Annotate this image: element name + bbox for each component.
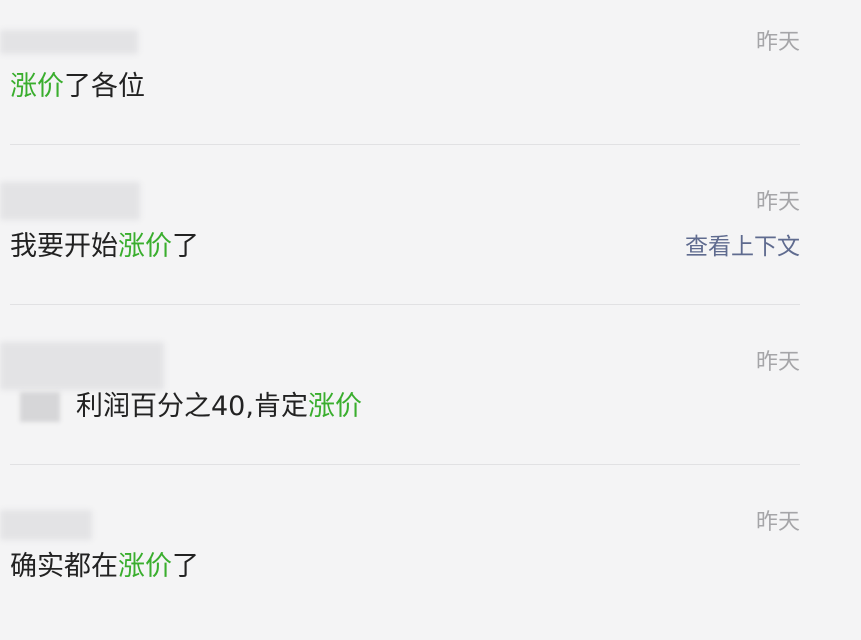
message-text: 确实都在 涨价了 [10, 550, 199, 584]
message-text: 涨价 了各位 [10, 70, 145, 104]
message-time: 昨天 [755, 190, 800, 215]
keyword-highlight: 涨价 [10, 71, 64, 102]
message-text-segment: 了 [172, 551, 199, 582]
message-time: 昨天 [755, 350, 800, 375]
message-text-segment: 利润百分之40,肯定 [76, 391, 308, 422]
message-text: 我要开始 涨价了 [10, 230, 199, 264]
list-item[interactable]: 昨天 我要开始 涨价了 查看上下文 [0, 160, 861, 320]
message-text-segment: 了各位 [64, 71, 145, 102]
message-text: 利润百分之40,肯定 涨价 [20, 390, 362, 424]
message-text-segment: 确实都在 [10, 551, 118, 582]
divider [10, 304, 800, 305]
message-time: 昨天 [755, 510, 800, 535]
search-result-list: 昨天 涨价 了各位 昨天 我要开始 涨价了 查看上下文 昨天 利润百分之40,肯定涨… [0, 0, 861, 623]
blurred-sender-name [0, 510, 92, 540]
divider [10, 144, 800, 145]
keyword-highlight: 涨价 [118, 231, 172, 262]
list-item[interactable]: 昨天 确实都在 涨价了 [0, 480, 861, 640]
message-text-segment: 了 [172, 231, 199, 262]
blurred-sender-name [0, 182, 140, 220]
divider [10, 464, 800, 465]
list-item[interactable]: 昨天 利润百分之40,肯定 涨价 [0, 320, 861, 480]
view-context-link[interactable]: 查看上下文 [685, 233, 800, 261]
blurred-sender-name [0, 342, 164, 390]
keyword-highlight: 涨价 [307, 391, 362, 422]
list-item[interactable]: 昨天 涨价 了各位 [0, 0, 861, 160]
blurred-sender-name [0, 30, 138, 54]
message-time: 昨天 [755, 30, 800, 55]
blurred-mention [20, 392, 60, 422]
keyword-highlight: 涨价 [118, 551, 172, 582]
message-text-segment: 我要开始 [10, 231, 118, 262]
